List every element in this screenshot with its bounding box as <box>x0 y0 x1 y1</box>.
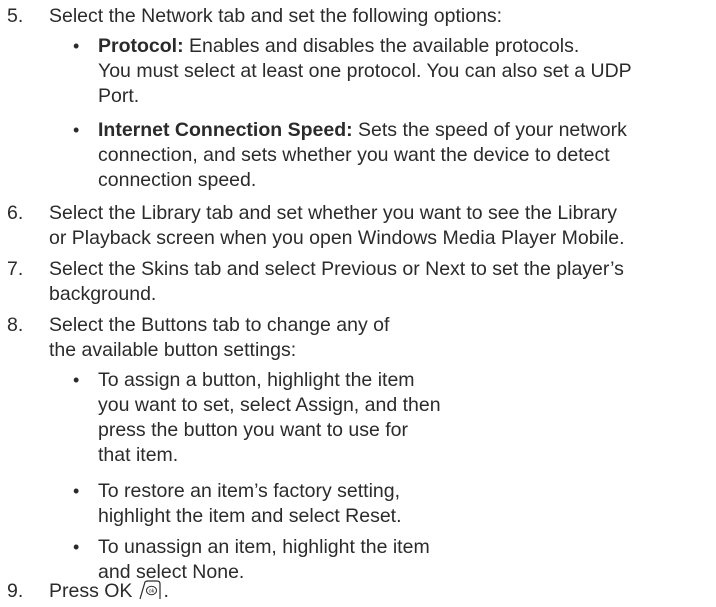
bullet-line: that item. <box>98 444 179 466</box>
bullet-assign-button: To assign a button, highlight the item y… <box>98 368 441 468</box>
step-line: background. <box>49 283 157 305</box>
bullet-line: To assign a button, highlight the item <box>98 369 415 391</box>
bullet-term: Internet Connection Speed: <box>98 119 353 141</box>
bullet-line: To restore an item’s factory setting, <box>98 480 401 502</box>
bullet-icon: • <box>73 120 80 140</box>
bullet-line: You must select at least one protocol. Y… <box>98 60 632 82</box>
bullet-protocol: Protocol: Enables and disables the avail… <box>98 34 632 109</box>
step-text: Select the Buttons tab to change any of … <box>49 313 389 363</box>
svg-text:ok: ok <box>149 589 155 595</box>
step-line: Select the Network tab and set the follo… <box>49 5 503 27</box>
step-number: 6. <box>7 202 24 224</box>
bullet-line: press the button you want to use for <box>98 419 409 441</box>
bullet-icon: • <box>73 537 80 557</box>
step-line: Press OK ok . <box>49 580 169 602</box>
bullet-unassign-item: To unassign an item, highlight the item … <box>98 535 430 585</box>
bullet-line: highlight the item and select Reset. <box>98 505 402 527</box>
step-line: Select the Library tab and set whether y… <box>49 202 617 224</box>
step-line: Select the Skins tab and select Previous… <box>49 258 624 280</box>
step-line: Select the Buttons tab to change any of <box>49 314 390 336</box>
step-line: the available button settings: <box>49 339 297 361</box>
step-number: 5. <box>7 5 24 27</box>
ok-button-icon: ok <box>136 580 163 600</box>
bullet-line: To unassign an item, highlight the item <box>98 536 430 558</box>
bullet-line: Port. <box>98 85 140 107</box>
step-text: Select the Skins tab and select Previous… <box>49 257 624 307</box>
step-text: Select the Network tab and set the follo… <box>49 4 502 29</box>
step-number: 8. <box>7 314 24 336</box>
bullet-icon: • <box>73 370 80 390</box>
bullet-line: connection speed. <box>98 169 257 191</box>
bullet-line: connection, and sets whether you want th… <box>98 144 610 166</box>
bullet-icon: • <box>73 36 80 56</box>
bullet-restore-setting: To restore an item’s factory setting, hi… <box>98 479 402 529</box>
bullet-line: you want to set, select Assign, and then <box>98 394 441 416</box>
manual-page: 5. Select the Network tab and set the fo… <box>0 0 716 607</box>
bullet-icon: • <box>73 481 80 501</box>
step-line: or Playback screen when you open Windows… <box>49 227 625 249</box>
step-text: Press OK ok . <box>49 579 169 604</box>
bullet-internet-connection-speed: Internet Connection Speed: Sets the spee… <box>98 118 627 193</box>
bullet-term: Protocol: <box>98 35 184 57</box>
bullet-line: Protocol: Enables and disables the avail… <box>98 35 580 57</box>
bullet-line: Internet Connection Speed: Sets the spee… <box>98 119 627 141</box>
step-number: 9. <box>7 580 24 602</box>
step-number: 7. <box>7 258 24 280</box>
step-text: Select the Library tab and set whether y… <box>49 201 625 251</box>
